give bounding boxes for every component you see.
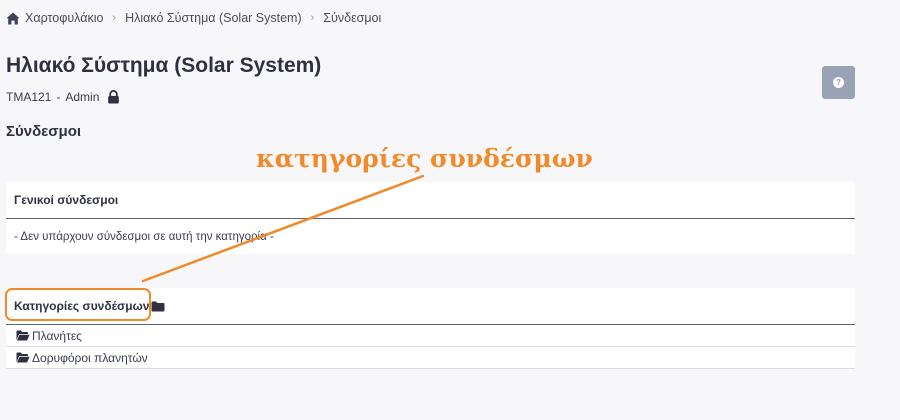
chevron-right-icon: › [112,12,117,24]
folder-open-icon [16,330,30,341]
list-item[interactable]: Πλανήτες [6,325,855,347]
section-heading: Σύνδεσμοι [6,123,82,140]
page-title: Ηλιακό Σύστημα (Solar System) [6,54,322,77]
home-icon[interactable] [6,12,20,25]
annotation-label: κατηγορίες συνδέσμων [256,144,593,173]
general-links-panel: Γενικοί σύνδεσμοι - Δεν υπάρχουν σύνδεσμ… [6,182,855,254]
breadcrumb-home-link[interactable]: Χαρτοφυλάκιο [25,11,103,25]
category-link[interactable]: Δορυφόροι πλανητών [32,351,148,365]
user-role: Admin [65,90,100,104]
breadcrumb-current: Σύνδεσμοι [323,11,382,25]
help-icon: ? [833,77,844,88]
folder-open-icon [16,352,30,363]
empty-message: - Δεν υπάρχουν σύνδεσμοι σε αυτή την κατ… [14,230,274,243]
lock-icon [108,90,120,104]
category-link[interactable]: Πλανήτες [32,329,82,343]
course-code: TMA121 [6,90,52,104]
annotation-highlight-box [5,288,151,321]
meta-separator: - [56,90,61,104]
breadcrumb: Χαρτοφυλάκιο › Ηλιακό Σύστημα (Solar Sys… [6,11,381,25]
folder-icon [151,301,165,311]
list-item[interactable]: Δορυφόροι πλανητών [6,347,855,369]
general-links-heading: Γενικοί σύνδεσμοι [6,182,855,219]
help-button[interactable]: ? [822,66,855,99]
course-meta: TMA121 - Admin [6,90,120,104]
chevron-right-icon: › [310,12,315,24]
breadcrumb-course-link[interactable]: Ηλιακό Σύστημα (Solar System) [125,11,302,25]
